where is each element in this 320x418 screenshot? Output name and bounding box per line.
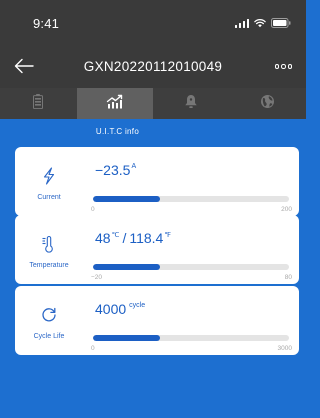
temperature-progress-fill [93, 264, 160, 270]
current-label: Current [37, 194, 61, 201]
current-number: −23.5 [95, 162, 131, 178]
cycle-label: Cycle Life [33, 333, 65, 340]
current-max-label: 200 [281, 206, 292, 213]
current-value: −23.5A [95, 162, 136, 178]
cycle-progress-fill [93, 335, 160, 341]
lightning-bolt-icon [35, 163, 63, 189]
device-title: GXN20220112010049 [83, 59, 223, 74]
cycle-value: 4000 cycle [95, 301, 145, 317]
status-bar: 9:41 [0, 0, 306, 44]
temperature-separator: / [122, 230, 127, 246]
signal-icon [234, 18, 249, 28]
temperature-celsius: 48 [95, 230, 111, 246]
cycle-min-label: 0 [91, 345, 95, 352]
status-icons [234, 17, 292, 29]
temperature-value: 48℃/118.4℉ [95, 230, 171, 246]
current-progress-fill [93, 196, 160, 202]
temperature-card: Temperature 48℃/118.4℉ −20 80 [15, 215, 299, 284]
header: 9:41 GXN20220112010049 [0, 0, 306, 88]
current-card: Current −23.5A 0 200 [15, 147, 299, 216]
current-progress-bar [93, 196, 289, 202]
chart-icon [106, 94, 124, 114]
refresh-cycle-icon [35, 302, 63, 328]
celsius-unit: ℃ [111, 232, 120, 239]
cycle-label-block: Cycle Life [15, 286, 83, 355]
cycle-life-card: Cycle Life 4000 cycle 0 3000 [15, 286, 299, 355]
tab-bar [0, 88, 306, 119]
status-time: 9:41 [33, 16, 60, 31]
bell-icon [184, 94, 198, 114]
nav-bar: GXN20220112010049 [0, 44, 306, 88]
tab-battery[interactable] [0, 88, 77, 119]
current-min-label: 0 [91, 206, 95, 213]
tab-alerts[interactable] [153, 88, 230, 119]
temperature-progress-bar [93, 264, 289, 270]
temperature-max-label: 80 [284, 274, 292, 281]
section-title: U.I.T.C info [95, 127, 140, 136]
temperature-fahrenheit: 118.4 [129, 230, 164, 246]
more-options-icon[interactable] [274, 64, 292, 69]
fahrenheit-unit: ℉ [164, 232, 172, 239]
cycle-number: 4000 [95, 301, 127, 317]
battery-icon [33, 93, 44, 114]
temperature-label-block: Temperature [15, 215, 83, 284]
cycle-unit: cycle [129, 302, 146, 309]
battery-status-icon [271, 18, 291, 28]
tab-globe[interactable] [230, 88, 307, 119]
current-unit: A [131, 163, 137, 170]
temperature-label: Temperature [29, 262, 69, 269]
tab-chart[interactable] [76, 88, 153, 119]
globe-icon [260, 94, 275, 114]
wifi-icon [254, 18, 266, 28]
cycle-max-label: 3000 [277, 345, 292, 352]
current-label-block: Current [15, 147, 83, 216]
cycle-progress-bar [93, 335, 289, 341]
temperature-min-label: −20 [91, 274, 103, 281]
thermometer-icon [35, 231, 63, 257]
